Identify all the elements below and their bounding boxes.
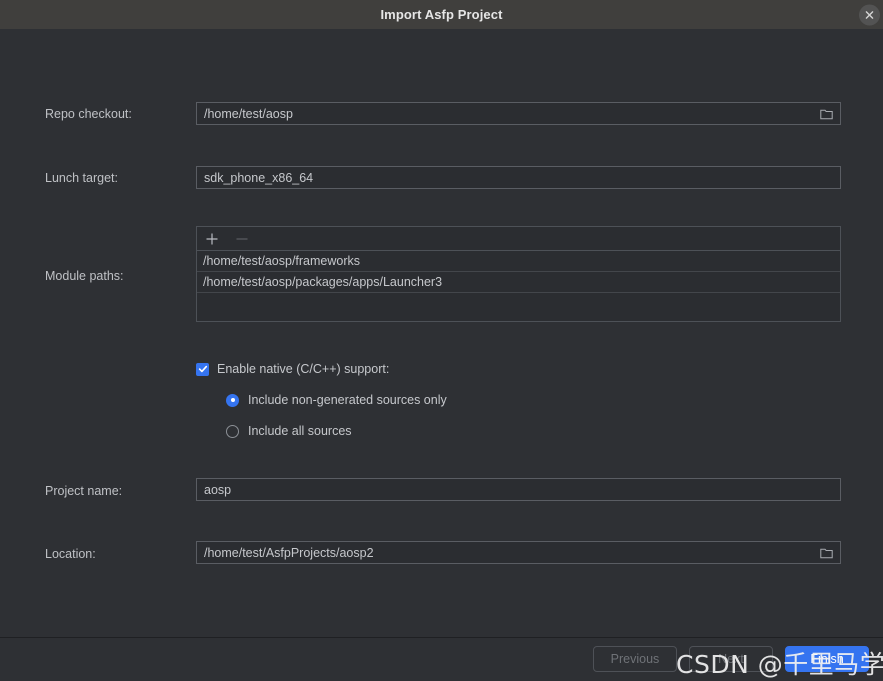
location-label: Location:	[45, 547, 96, 561]
dialog-body: Repo checkout: /home/test/aosp Lunch tar…	[0, 29, 883, 679]
repo-checkout-value: /home/test/aosp	[204, 106, 293, 121]
module-paths-toolbar	[197, 227, 840, 251]
project-name-value: aosp	[204, 482, 232, 497]
dialog-titlebar: Import Asfp Project	[0, 0, 883, 29]
lunch-target-value: sdk_phone_x86_64	[204, 170, 314, 185]
radio-include-non-generated[interactable]: Include non-generated sources only	[226, 393, 447, 407]
list-item[interactable]: /home/test/aosp/packages/apps/Launcher3	[197, 272, 840, 293]
list-item[interactable]: /home/test/aosp/frameworks	[197, 251, 840, 272]
dialog-footer: Previous Next Finish	[0, 637, 883, 679]
radio-include-all-sources[interactable]: Include all sources	[226, 424, 352, 438]
enable-native-support-checkbox[interactable]: Enable native (C/C++) support:	[196, 362, 389, 376]
folder-icon[interactable]	[816, 543, 836, 562]
radio-unselected-icon	[226, 424, 239, 438]
repo-checkout-input[interactable]: /home/test/aosp	[196, 102, 841, 125]
folder-icon[interactable]	[816, 104, 836, 123]
repo-checkout-label: Repo checkout:	[45, 107, 132, 121]
lunch-target-input[interactable]: sdk_phone_x86_64	[196, 166, 841, 189]
close-icon[interactable]	[859, 4, 880, 25]
minus-icon	[234, 231, 250, 247]
module-paths-list[interactable]: /home/test/aosp/frameworks /home/test/ao…	[196, 226, 841, 322]
checkmark-icon	[196, 362, 209, 376]
previous-button[interactable]: Previous	[593, 645, 677, 672]
project-name-input[interactable]: aosp	[196, 478, 841, 501]
radio-include-non-generated-label: Include non-generated sources only	[248, 393, 447, 407]
plus-icon[interactable]	[204, 231, 220, 247]
finish-button[interactable]: Finish	[785, 645, 869, 672]
dialog-title: Import Asfp Project	[380, 7, 503, 22]
radio-include-all-sources-label: Include all sources	[248, 424, 352, 438]
enable-native-support-label: Enable native (C/C++) support:	[217, 362, 390, 376]
lunch-target-label: Lunch target:	[45, 171, 118, 185]
project-name-label: Project name:	[45, 484, 123, 498]
location-value: /home/test/AsfpProjects/aosp2	[204, 545, 374, 560]
module-paths-label: Module paths:	[45, 269, 124, 283]
radio-selected-icon	[226, 393, 239, 407]
import-project-form: Repo checkout: /home/test/aosp Lunch tar…	[0, 29, 883, 637]
next-button[interactable]: Next	[689, 645, 773, 672]
location-input[interactable]: /home/test/AsfpProjects/aosp2	[196, 541, 841, 564]
